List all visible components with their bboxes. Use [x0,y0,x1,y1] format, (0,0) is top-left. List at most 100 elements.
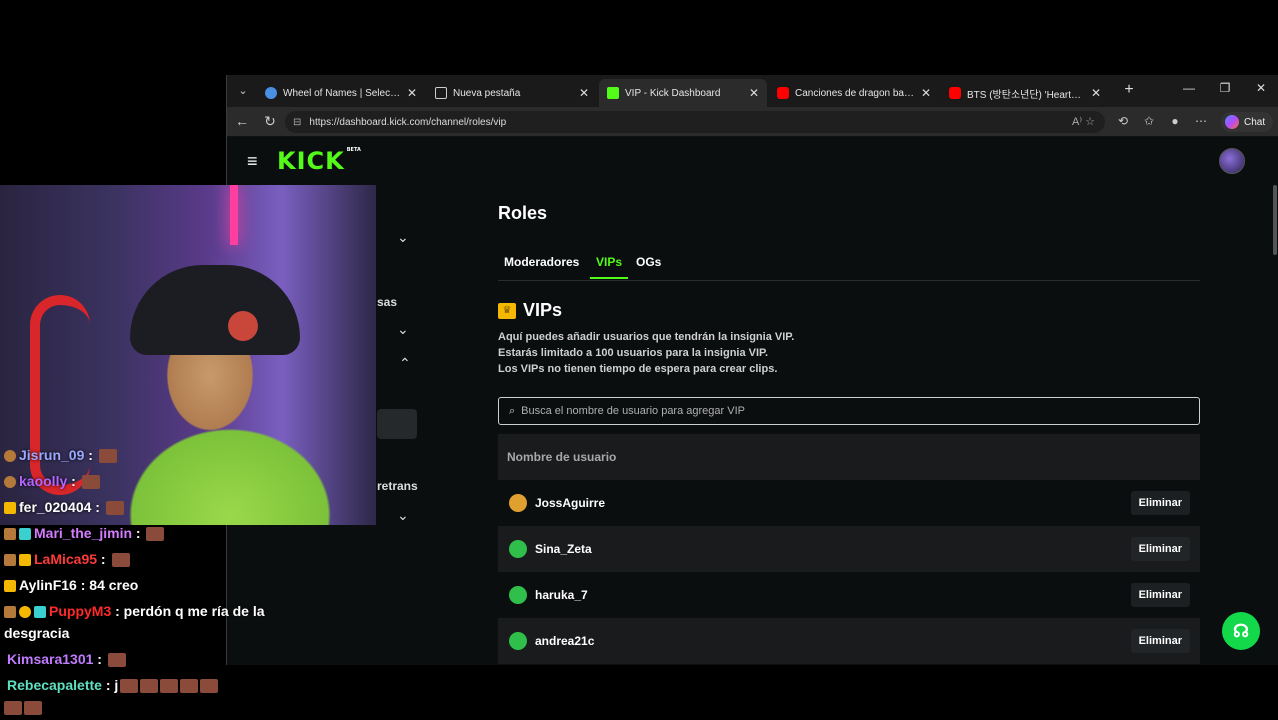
eliminar-button[interactable]: Eliminar [1130,583,1190,607]
chat-message: AylinF16 : 84 creo [4,577,138,593]
close-tab-icon[interactable]: ✕ [921,86,931,100]
username: andrea21c [535,634,595,648]
sidebar-chevron-down-icon[interactable]: ⌄ [397,507,409,524]
tab-ogs[interactable]: OGs [636,255,661,277]
chat-message-continuation: desgracia [4,625,70,641]
emote-icon [140,679,159,694]
eliminar-button[interactable]: Eliminar [1130,629,1190,653]
youtube-favicon-icon [777,87,789,99]
close-tab-icon[interactable]: ✕ [579,86,589,100]
chat-message: kaoolly : [4,473,100,490]
chat-message: Rebecapalette : j [4,677,219,694]
url-field[interactable]: ⊟ https://dashboard.kick.com/channel/rol… [285,111,1105,133]
sub-badge-icon [4,606,16,619]
tab-moderadores[interactable]: Moderadores [504,255,579,277]
emote-icon [180,679,199,694]
page-scrollbar[interactable] [1273,185,1277,255]
user-avatar [509,586,527,604]
eliminar-button[interactable]: Eliminar [1130,491,1190,515]
cap-logo [228,311,258,341]
tab-canciones-dragon-ball[interactable]: Canciones de dragon ball z pel ✕ [769,79,939,107]
sub-badge-icon [4,476,16,489]
more-menu-icon[interactable]: ⋯ [1193,114,1209,128]
copilot-icon [1225,115,1239,129]
emote-icon [120,679,139,694]
emote-icon [105,501,124,516]
vip-search-box[interactable]: ⌕ [498,397,1200,425]
gaming-chair [30,295,90,495]
tab-bts-heartbeat[interactable]: BTS (방탄소년단) 'Heartbeat (B ✕ [941,79,1109,107]
roles-tabs: Moderadores VIPs OGs [498,247,1200,281]
read-aloud-favorite-icons[interactable]: A⁾ ☆ [1072,115,1095,128]
vip-section-title: VIPs [523,300,563,320]
emote-icon [200,679,219,694]
chat-message: PuppyM3 : perdón q me ría de la [4,603,265,619]
user-avatar [509,494,527,512]
table-row: andrea21c Eliminar [498,618,1200,664]
chat-message: Mari_the_jimin : [4,525,165,542]
sidebar-item-selected[interactable] [377,409,417,439]
user-avatar [509,632,527,650]
close-tab-icon[interactable]: ✕ [1091,86,1101,100]
search-icon: ⌕ [509,404,516,417]
site-info-icon: ⊟ [293,116,302,128]
vip-badge-icon [4,502,16,515]
reload-icon[interactable]: ↻ [261,113,279,130]
browser-window: ⌄ Wheel of Names | Selector de n ✕ Nueva… [226,75,1278,665]
extensions-icon[interactable]: ⟲ [1115,114,1131,128]
tab-vips[interactable]: VIPs [590,255,629,279]
favorites-icon[interactable]: ✩ [1141,114,1157,128]
emote-icon [24,701,42,716]
new-tab-favicon-icon [435,87,447,99]
close-tab-icon[interactable]: ✕ [407,86,417,100]
sidebar-chevron-down-icon[interactable]: ⌄ [397,229,409,246]
tab-list-chevron-icon[interactable]: ⌄ [233,81,253,101]
emote-icon [111,553,130,568]
sidebar-item-label[interactable]: sas [377,295,397,309]
wheel-favicon-icon [265,87,277,99]
vip-description-line: Aquí puedes añadir usuarios que tendrán … [498,331,795,343]
sub-badge-icon [4,528,16,541]
tab-wheel-of-names[interactable]: Wheel of Names | Selector de n ✕ [257,79,425,107]
user-avatar[interactable] [1219,148,1245,174]
tab-vip-kick-dashboard[interactable]: VIP - Kick Dashboard ✕ [599,79,767,107]
copilot-chat-button[interactable]: Chat [1221,112,1274,132]
led-light [230,185,238,245]
restore-icon[interactable]: ❐ [1215,81,1235,95]
vip-badge-icon [4,580,16,593]
profile-avatar-icon[interactable]: ● [1167,114,1183,128]
new-tab-plus-icon[interactable]: + [1119,81,1139,99]
back-arrow-icon[interactable]: ← [233,113,251,129]
support-chat-icon[interactable]: ☊ [1222,612,1260,650]
vip-description-line: Los VIPs no tienen tiempo de espera para… [498,363,778,375]
username: Sina_Zeta [535,542,592,556]
sidebar-chevron-up-icon[interactable]: ⌃ [399,355,411,372]
emote-icon [98,449,117,464]
eliminar-button[interactable]: Eliminar [1130,537,1190,561]
sidebar-item-label[interactable]: retrans [377,479,418,493]
page-title: Roles [498,203,548,223]
chat-message-continuation [4,699,42,716]
hamburger-menu-icon[interactable]: ≡ [247,151,258,172]
tab-nueva-pestana[interactable]: Nueva pestaña ✕ [427,79,597,107]
vip-badge-icon [19,554,31,567]
emote-icon [81,475,100,490]
tab-bar: ⌄ Wheel of Names | Selector de n ✕ Nueva… [227,75,1278,107]
gifter-badge-icon [34,606,46,619]
chat-message: fer_020404 : [4,499,124,516]
vip-description-line: Estarás limitado a 100 usuarios para la … [498,347,769,359]
table-row: JossAguirre Eliminar [498,480,1200,526]
sub-badge-icon [4,554,16,567]
table-row: Sina_Zeta Eliminar [498,526,1200,572]
username: JossAguirre [535,496,606,510]
chat-message: Kimsara1301 : [4,651,126,668]
emote-icon [107,653,126,668]
minimize-icon[interactable]: — [1179,81,1199,95]
close-window-icon[interactable]: ✕ [1251,81,1271,95]
vip-section-header: ♛ VIPs [498,300,562,321]
kick-logo[interactable]: KICK BETA [277,147,361,175]
close-tab-icon[interactable]: ✕ [749,86,759,100]
sidebar-chevron-down-icon[interactable]: ⌄ [397,321,409,338]
vip-search-input[interactable] [521,405,1162,417]
chat-message: LaMica95 : [4,551,130,568]
